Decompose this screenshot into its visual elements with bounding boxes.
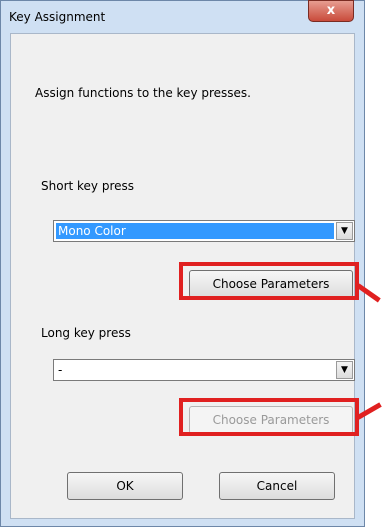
short-press-highlight-box (179, 262, 359, 300)
long-press-highlight-box (179, 398, 359, 436)
close-icon[interactable]: x (308, 0, 354, 22)
cancel-button[interactable]: Cancel (219, 472, 335, 500)
chevron-down-icon[interactable]: ▼ (336, 361, 353, 379)
chevron-down-icon[interactable]: ▼ (336, 222, 353, 240)
title-bar[interactable]: Key Assignment x (1, 0, 364, 33)
short-press-selected-value: Mono Color (56, 223, 334, 239)
intro-text: Assign functions to the key presses. (35, 86, 251, 100)
window-title: Key Assignment (9, 10, 106, 24)
long-press-selected-value: - (58, 363, 63, 377)
long-press-label: Long key press (41, 326, 131, 340)
short-press-label: Short key press (41, 179, 135, 193)
ok-button[interactable]: OK (67, 472, 183, 500)
long-press-select[interactable]: - ▼ (53, 359, 355, 381)
short-press-select[interactable]: Mono Color ▼ (53, 220, 355, 242)
